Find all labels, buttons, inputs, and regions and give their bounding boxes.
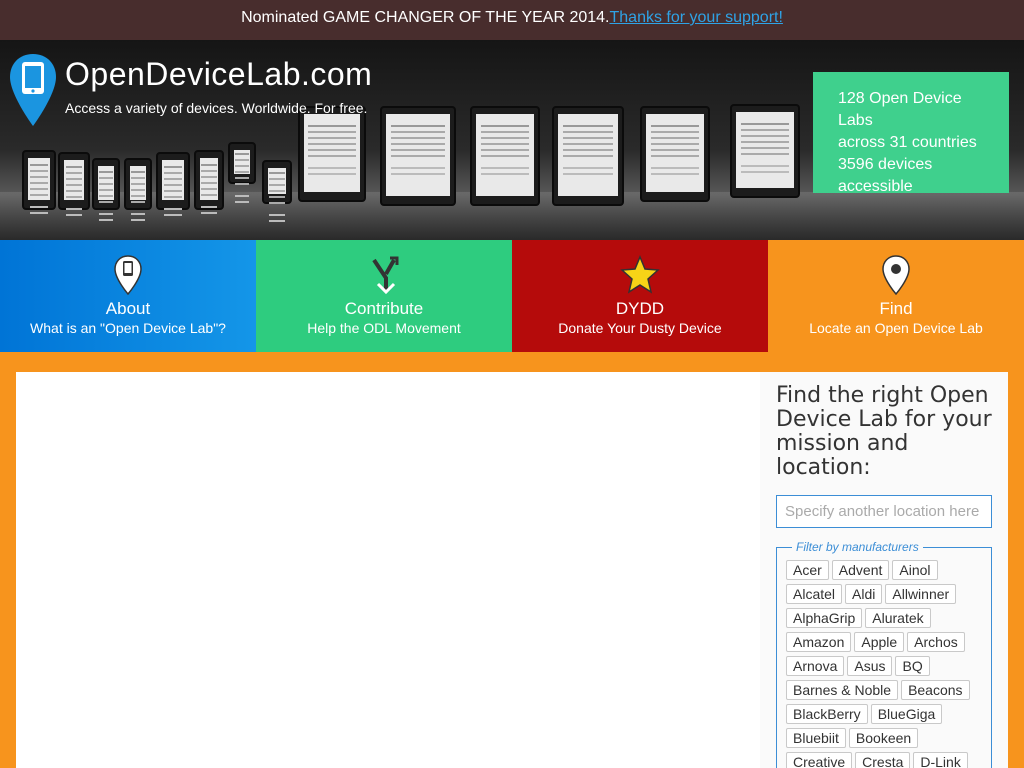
nav-contribute-title: Contribute	[344, 299, 424, 318]
manufacturer-tag[interactable]: BlueGiga	[870, 704, 943, 724]
manufacturer-tag[interactable]: Acer	[786, 560, 829, 580]
manufacturer-tag[interactable]: Creative	[786, 752, 853, 768]
star-icon	[620, 255, 660, 294]
filter-legend: Filter by manufacturers	[796, 540, 919, 554]
site-tagline: Access a variety of devices. Worldwide. …	[65, 100, 368, 116]
nav-dydd-sub: Donate Your Dusty Device	[558, 320, 722, 336]
manufacturer-tag[interactable]: Bookeen	[848, 728, 919, 748]
stats-devices: 3596 devices	[838, 156, 933, 173]
nav-contribute-sub: Help the ODL Movement	[307, 320, 461, 336]
manufacturer-tag[interactable]: Arnova	[786, 656, 845, 676]
location-search-input[interactable]	[776, 495, 992, 528]
map-area[interactable]	[16, 372, 760, 768]
manufacturer-tag[interactable]: Advent	[831, 560, 890, 580]
manufacturer-tag[interactable]: Amazon	[786, 632, 852, 652]
nav-about-sub: What is an "Open Device Lab"?	[30, 320, 226, 336]
manufacturer-tag[interactable]: Apple	[854, 632, 905, 652]
manufacturer-tag[interactable]: Bluebiit	[786, 728, 846, 748]
nav-find-sub: Locate an Open Device Lab	[809, 320, 983, 336]
manufacturer-tags: Acer Advent Ainol Alcatel Aldi Allwinner Alpha…	[786, 560, 985, 768]
main-nav: About What is an "Open Device Lab"? Cont…	[0, 240, 1024, 352]
manufacturer-tag[interactable]: Aluratek	[865, 608, 931, 628]
nav-find[interactable]: Find Locate an Open Device Lab	[768, 240, 1024, 352]
stats-labs: 128 Open Device Labs	[838, 90, 962, 129]
announcement-banner: Nominated GAME CHANGER OF THE YEAR 2014.…	[0, 0, 1024, 40]
nav-dydd-title: DYDD	[615, 299, 665, 318]
manufacturer-tag[interactable]: Barnes & Noble	[786, 680, 899, 700]
manufacturer-tag[interactable]: Allwinner	[885, 584, 957, 604]
site-title[interactable]: OpenDeviceLab.com	[65, 56, 372, 93]
nav-about-title: About	[105, 299, 151, 318]
nav-dydd[interactable]: DYDD Donate Your Dusty Device	[512, 240, 768, 352]
manufacturer-tag[interactable]: BQ	[895, 656, 930, 676]
manufacturer-tag[interactable]: Ainol	[892, 560, 938, 580]
merge-arrows-icon	[372, 256, 399, 295]
nav-about[interactable]: About What is an "Open Device Lab"?	[0, 240, 256, 352]
stats-countries: across 31 countries	[838, 134, 977, 151]
banner-text: Nominated GAME CHANGER OF THE YEAR 2014.	[241, 9, 610, 26]
nav-contribute[interactable]: Contribute Help the ODL Movement	[256, 240, 512, 352]
panel-heading: Find the right Open Device Lab for your …	[776, 383, 992, 480]
device-pin-icon	[114, 255, 142, 296]
manufacturer-tag[interactable]: Asus	[847, 656, 893, 676]
location-pin-icon	[882, 255, 910, 296]
banner-link[interactable]: Thanks for your support!	[610, 9, 783, 26]
manufacturer-tag[interactable]: AlphaGrip	[786, 608, 863, 628]
search-panel: Find the right Open Device Lab for your …	[760, 372, 1008, 768]
manufacturer-tag[interactable]: Alcatel	[786, 584, 843, 604]
manufacturer-filter: Filter by manufacturers Acer Advent Ainol A…	[776, 540, 992, 768]
manufacturer-tag[interactable]: Beacons	[901, 680, 970, 700]
manufacturer-tag[interactable]: Cresta	[855, 752, 911, 768]
manufacturer-tag[interactable]: Archos	[907, 632, 965, 652]
nav-find-title: Find	[879, 299, 913, 318]
manufacturer-tag[interactable]: D-Link	[913, 752, 968, 768]
manufacturer-tag[interactable]: Aldi	[845, 584, 883, 604]
stats-box: 128 Open Device Labs across 31 countries…	[813, 72, 1009, 195]
manufacturer-tag[interactable]: BlackBerry	[786, 704, 868, 724]
stats-accessible: accessible	[838, 178, 913, 195]
odl-logo-icon[interactable]	[8, 52, 58, 128]
